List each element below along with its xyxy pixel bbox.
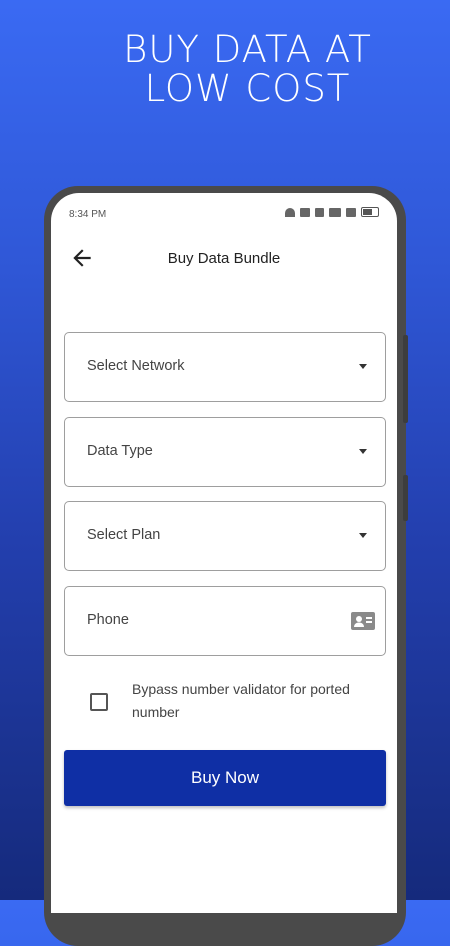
- dropdown-caret-icon: [359, 533, 367, 538]
- phone-input[interactable]: Phone: [64, 586, 386, 656]
- promo-line-2: LOW COST: [144, 67, 351, 110]
- buy-now-button[interactable]: Buy Now: [64, 750, 386, 806]
- network-select-label: Select Network: [87, 358, 185, 374]
- page-title: Buy Data Bundle: [167, 250, 281, 267]
- status-icons: [285, 207, 379, 217]
- status-bar: 8:34 PM: [51, 193, 397, 221]
- dropdown-caret-icon: [359, 449, 367, 454]
- promo-headline: BUY DATA AT LOW COST: [0, 30, 450, 108]
- plan-select[interactable]: Select Plan: [64, 501, 386, 571]
- volume-button: [403, 335, 408, 423]
- headphone-icon: [285, 207, 295, 217]
- bypass-validator-label: Bypass number validator for ported numbe…: [132, 681, 350, 720]
- promo-line-1: BUY DATA AT: [123, 28, 372, 71]
- network-select[interactable]: Select Network: [64, 332, 386, 402]
- phone-screen: 8:34 PM Buy Data Bundle Select Network D…: [51, 193, 397, 913]
- app-bar: Buy Data Bundle: [51, 243, 397, 275]
- phone-input-placeholder: Phone: [87, 612, 129, 628]
- bypass-validator-checkbox[interactable]: [90, 693, 108, 711]
- status-time: 8:34 PM: [69, 209, 107, 220]
- dropdown-caret-icon: [359, 364, 367, 369]
- data-type-select-label: Data Type: [87, 443, 153, 459]
- wifi-icon: [315, 207, 324, 217]
- battery-icon: [361, 207, 379, 217]
- signal-icon: [300, 207, 310, 217]
- data-type-select[interactable]: Data Type: [64, 417, 386, 487]
- plan-select-label: Select Plan: [87, 527, 161, 543]
- contact-card-icon[interactable]: [351, 612, 375, 630]
- signal-strength-2-icon: [346, 207, 356, 217]
- power-button: [403, 475, 408, 521]
- signal-strength-icon: [329, 207, 341, 217]
